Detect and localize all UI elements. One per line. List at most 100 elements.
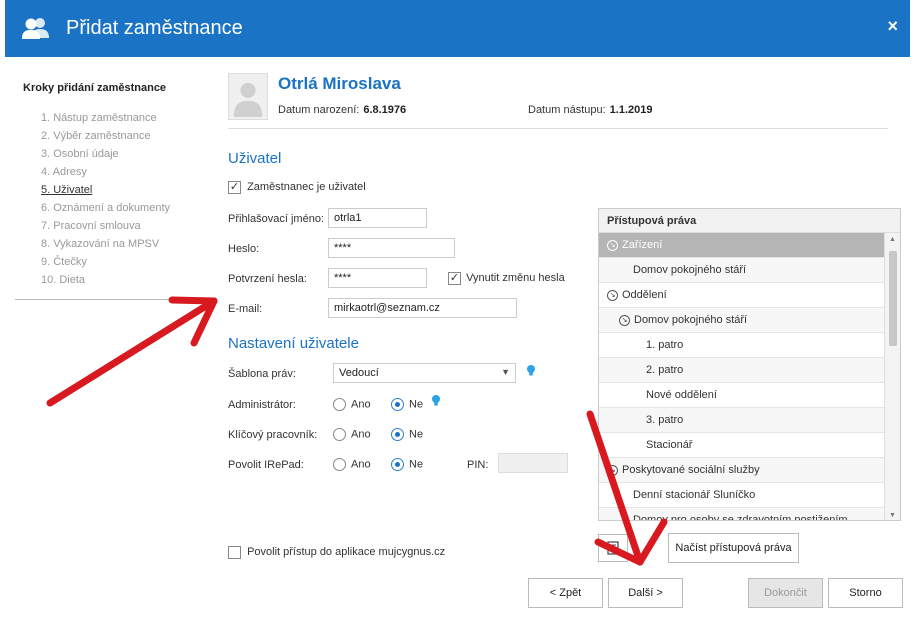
access-rights-row-label: Nové oddělení [646, 389, 717, 401]
admin-yes-radio[interactable] [333, 398, 346, 411]
force-change-checkbox[interactable]: ✓ [448, 272, 461, 285]
access-rights-row-label: 3. patro [646, 414, 684, 426]
access-rights-row-label: Domov pokojného stáří [634, 314, 748, 326]
access-rights-row[interactable]: Domov pokojného stáří [599, 258, 900, 283]
irepad-no-radio[interactable] [391, 458, 404, 471]
users-icon [22, 18, 49, 39]
finish-button[interactable]: Dokončit [748, 578, 823, 608]
start-date-value: 1.1.2019 [609, 104, 653, 116]
access-rights-row[interactable]: Nové oddělení [599, 383, 900, 408]
step-item[interactable]: 6. Oznámení a dokumenty [41, 201, 170, 219]
user-section-title: Uživatel [228, 150, 282, 167]
document-list-icon [607, 541, 619, 555]
collapse-toggle-icon[interactable]: ↘ [607, 464, 618, 476]
access-rights-row[interactable]: 3. patro [599, 408, 900, 433]
key-worker-no-label: Ne [409, 428, 424, 441]
pin-label: PIN: [467, 459, 489, 471]
step-item[interactable]: 4. Adresy [41, 165, 170, 183]
pin-input[interactable] [498, 453, 568, 473]
divider [228, 128, 888, 129]
is-user-checkbox[interactable]: ✓ [228, 181, 241, 194]
irepad-label: Povolit IRePad: [228, 459, 304, 471]
key-worker-no-radio[interactable] [391, 428, 404, 441]
step-item[interactable]: 3. Osobní údaje [41, 147, 170, 165]
scroll-up-icon[interactable]: ▲ [889, 236, 896, 243]
access-rights-row[interactable]: ↘ Domov pokojného stáří [599, 308, 900, 333]
scrollbar[interactable]: ▲ ▼ [884, 233, 900, 520]
force-change-label: Vynutit změnu hesla [466, 272, 565, 285]
scroll-thumb[interactable] [889, 251, 897, 346]
irepad-no-option[interactable]: Ne [391, 458, 423, 471]
admin-no-radio[interactable] [391, 398, 404, 411]
collapse-toggle-icon[interactable]: ↘ [607, 289, 618, 301]
access-rights-row[interactable]: Denní stacionář Sluníčko [599, 483, 900, 508]
avatar [228, 73, 268, 120]
access-rights-row[interactable]: ↘ Zařízení [599, 233, 900, 258]
access-rights-row[interactable]: 1. patro [599, 333, 900, 358]
lightbulb-icon[interactable] [526, 364, 536, 378]
key-worker-label: Klíčový pracovník: [228, 429, 318, 441]
back-button[interactable]: < Zpět [528, 578, 603, 608]
access-rights-row[interactable]: Domov pro osoby se zdravotním postižením [599, 508, 900, 520]
access-rights-row[interactable]: ↘ Poskytované sociální služby [599, 458, 900, 483]
lightbulb-icon[interactable] [431, 394, 441, 408]
login-label: Přihlašovací jméno: [228, 213, 324, 225]
admin-no-label: Ne [409, 398, 424, 411]
irepad-yes-option[interactable]: Ano [333, 458, 371, 471]
access-rights-row-label: 2. patro [646, 364, 684, 376]
access-rights-row[interactable]: ↘ Oddělení [599, 283, 900, 308]
step-item[interactable]: 1. Nástup zaměstnance [41, 111, 170, 129]
access-rights-row[interactable]: Stacionář [599, 433, 900, 458]
email-label: E-mail: [228, 303, 263, 315]
close-icon[interactable]: × [887, 16, 898, 37]
password-input[interactable]: **** [328, 238, 455, 258]
irepad-yes-radio[interactable] [333, 458, 346, 471]
collapse-toggle-icon[interactable]: ↘ [607, 239, 618, 251]
template-select-value: Vedoucí [339, 367, 379, 379]
step-item[interactable]: 8. Vykazování na MPSV [41, 237, 170, 255]
confirm-password-input[interactable]: **** [328, 268, 427, 288]
admin-no-option[interactable]: Ne [391, 398, 423, 411]
is-user-row: ✓ Zaměstnanec je uživatel [228, 181, 366, 194]
load-access-rights-button[interactable]: Načíst přístupová práva [668, 533, 799, 563]
key-worker-no-option[interactable]: Ne [391, 428, 423, 441]
access-rights-row-label: Poskytované sociální služby [622, 464, 760, 476]
irepad-no-label: Ne [409, 458, 424, 471]
window-title: Přidat zaměstnance [66, 17, 243, 39]
access-rights-row-label: Denní stacionář Sluníčko [633, 489, 756, 501]
is-user-label: Zaměstnanec je uživatel [247, 181, 366, 194]
template-select[interactable]: Vedoucí ▼ [333, 363, 516, 383]
start-date-label: Datum nástupu: [528, 104, 606, 116]
irepad-yes-label: Ano [351, 458, 371, 471]
title-bar: Přidat zaměstnance × [5, 0, 910, 57]
access-rights-row-label: Domov pokojného stáří [633, 264, 747, 276]
step-item[interactable]: 7. Pracovní smlouva [41, 219, 170, 237]
template-label: Šablona práv: [228, 368, 296, 380]
next-button[interactable]: Další > [608, 578, 683, 608]
cancel-button[interactable]: Storno [828, 578, 903, 608]
scroll-down-icon[interactable]: ▼ [889, 512, 896, 519]
email-input[interactable]: mirkaotrl@seznam.cz [328, 298, 517, 318]
access-rights-panel: Přístupová práva ↘ Zařízení Domov pokojnéh… [598, 208, 901, 521]
birth-date-value: 6.8.1976 [363, 104, 407, 116]
step-item[interactable]: 5. Uživatel [41, 183, 170, 201]
access-rights-row-label: Oddělení [622, 289, 667, 301]
confirm-password-label: Potvrzení hesla: [228, 273, 307, 285]
login-input[interactable]: otrla1 [328, 208, 427, 228]
mujcygnus-row: Povolit přístup do aplikace mujcygnus.cz [228, 546, 445, 559]
collapse-toggle-icon[interactable]: ↘ [619, 314, 630, 326]
access-rights-row-label: 1. patro [646, 339, 684, 351]
admin-label: Administrátor: [228, 399, 296, 411]
admin-yes-option[interactable]: Ano [333, 398, 371, 411]
key-worker-yes-option[interactable]: Ano [333, 428, 371, 441]
access-rights-row[interactable]: 2. patro [599, 358, 900, 383]
key-worker-yes-radio[interactable] [333, 428, 346, 441]
step-item[interactable]: 2. Výběr zaměstnance [41, 129, 170, 147]
document-list-button[interactable] [598, 534, 628, 562]
force-change-row: ✓ Vynutit změnu hesla [448, 272, 565, 285]
birth-date-label: Datum narození: [278, 104, 360, 116]
start-date: Datum nástupu: 1.1.2019 [528, 104, 652, 116]
mujcygnus-checkbox[interactable] [228, 546, 241, 559]
step-item[interactable]: 9. Čtečky [41, 255, 170, 273]
step-item[interactable]: 10. Dieta [41, 273, 170, 291]
